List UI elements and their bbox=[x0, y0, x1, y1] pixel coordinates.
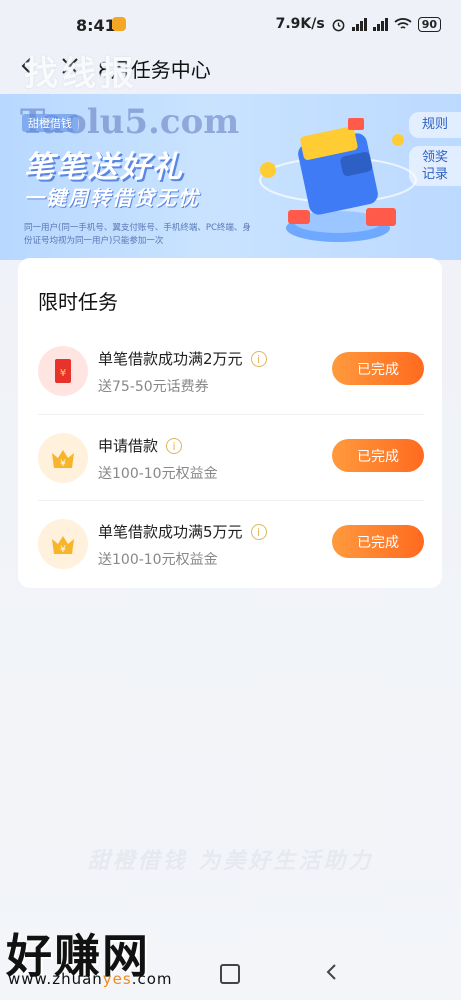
task-item: ¥ 单笔借款成功满2万元 i 送75-50元话费券 已完成 bbox=[38, 328, 424, 414]
wallet-illustration bbox=[259, 118, 417, 242]
brand-label: 甜橙借钱 bbox=[22, 114, 78, 132]
task-reward: 送100-10元权益金 bbox=[98, 552, 218, 568]
app-notification-icon bbox=[112, 17, 126, 31]
task-reward: 送100-10元权益金 bbox=[98, 466, 218, 482]
task-item: ¥ 单笔借款成功满5万元 i 送100-10元权益金 已完成 bbox=[38, 500, 424, 587]
svg-text:¥: ¥ bbox=[60, 459, 66, 469]
rules-button[interactable]: 规则 bbox=[409, 112, 461, 138]
home-button[interactable] bbox=[220, 964, 240, 984]
battery-indicator: 90 bbox=[417, 16, 441, 32]
task-completed-button[interactable]: 已完成 bbox=[332, 352, 424, 385]
banner-fineprint: 同一用户(同一手机号、翼支付账号、手机终端、PC终端、身份证号均视为同一用户)只… bbox=[24, 223, 251, 246]
task-completed-button[interactable]: 已完成 bbox=[332, 525, 424, 558]
watermark-top: 找线报 bbox=[24, 54, 138, 94]
task-name: 申请借款 bbox=[98, 437, 159, 455]
crown-coin-icon: ¥ bbox=[38, 433, 88, 483]
card-title: 限时任务 bbox=[38, 290, 118, 314]
alarm-icon bbox=[332, 19, 345, 31]
system-back-icon[interactable] bbox=[322, 962, 342, 982]
signal-icon bbox=[351, 17, 367, 31]
limited-tasks-card: 限时任务 ¥ 单笔借款成功满2万元 i 送75-50元话费券 已完成 ¥ 申请借… bbox=[18, 258, 442, 588]
info-icon[interactable]: i bbox=[166, 437, 183, 454]
task-name: 单笔借款成功满2万元 bbox=[98, 350, 243, 368]
footer-slogan: 甜橙借钱 为美好生活助力 bbox=[87, 849, 374, 874]
svg-text:¥: ¥ bbox=[60, 545, 66, 555]
prize-records-button[interactable]: 领奖 记录 bbox=[409, 146, 461, 186]
banner-subheadline: 一键周转借贷无忧 bbox=[24, 186, 200, 210]
info-icon[interactable]: i bbox=[250, 523, 267, 540]
status-time: 8:41 bbox=[76, 16, 116, 35]
task-reward: 送75-50元话费券 bbox=[98, 379, 209, 395]
task-item: ¥ 申请借款 i 送100-10元权益金 已完成 bbox=[38, 414, 424, 501]
wifi-icon bbox=[394, 18, 412, 29]
task-completed-button[interactable]: 已完成 bbox=[332, 439, 424, 472]
red-envelope-icon: ¥ bbox=[38, 346, 88, 396]
signal-icon-2 bbox=[372, 17, 388, 31]
promo-banner: Taolu5.com 甜橙借钱 笔笔送好礼 一键周转借贷无忧 同一用户(同一手机… bbox=[0, 94, 461, 260]
crown-coin-icon: ¥ bbox=[38, 519, 88, 569]
task-name: 单笔借款成功满5万元 bbox=[98, 523, 243, 541]
status-indicators: 7.9K/s 90 bbox=[276, 16, 441, 32]
svg-text:¥: ¥ bbox=[60, 368, 66, 379]
network-speed: 7.9K/s bbox=[275, 16, 325, 32]
banner-headline: 笔笔送好礼 bbox=[24, 150, 184, 185]
info-icon[interactable]: i bbox=[250, 350, 267, 367]
watermark-url: www.zhuanyes.com bbox=[8, 970, 173, 988]
